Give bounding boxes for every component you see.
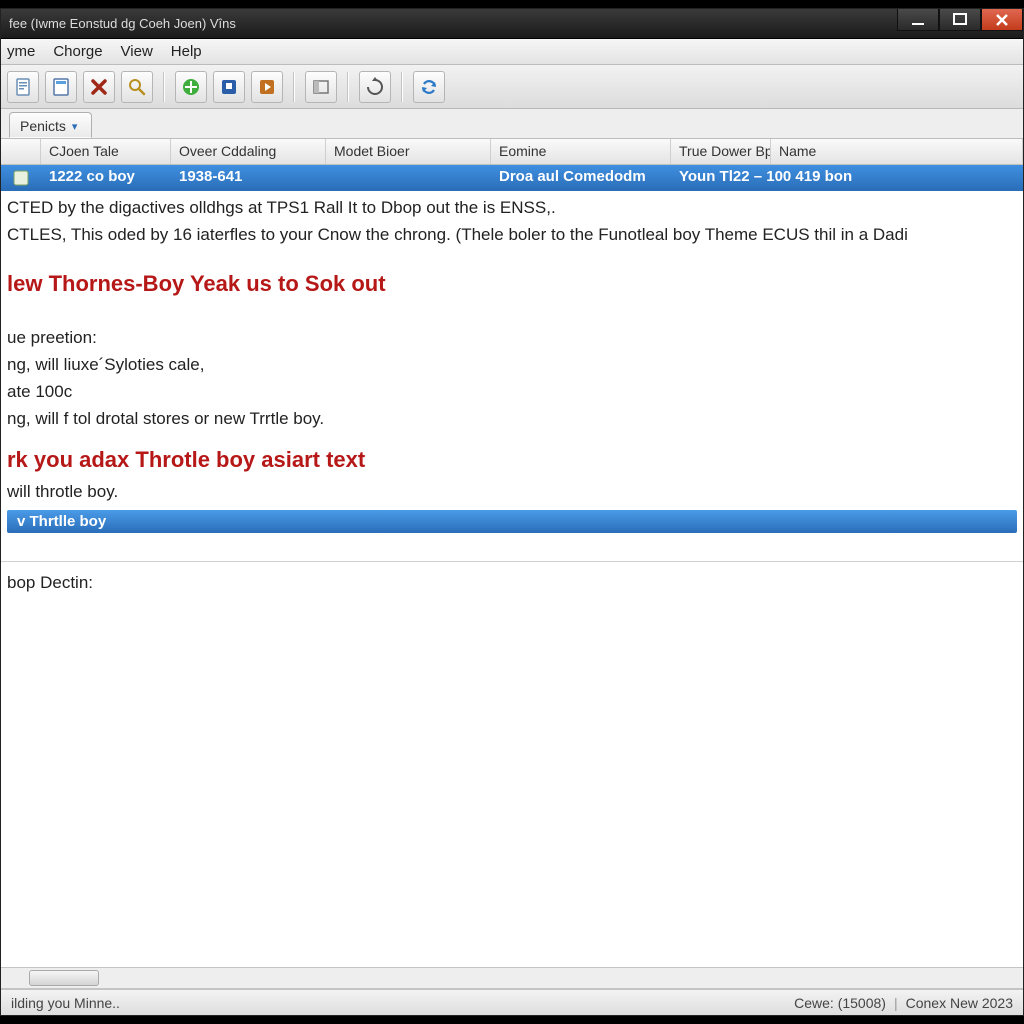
status-center: Cewe: (15008)	[794, 995, 886, 1011]
content-pane: CTED by the digactives olldhgs at TPS1 R…	[1, 191, 1023, 967]
cell	[326, 165, 491, 191]
horizontal-scrollbar[interactable]	[1, 967, 1023, 989]
toolbar-flag-button[interactable]	[213, 71, 245, 103]
chevron-down-icon: ▾	[72, 120, 78, 133]
paragraph: ng, will f tol drotal stores or new Trrt…	[1, 406, 1023, 433]
col-header[interactable]: True Dower Bp	[671, 139, 771, 164]
paragraph: ng, will liuxe´Syloties cale,	[1, 352, 1023, 379]
paragraph: CTLES, This oded by 16 iaterfles to your…	[1, 222, 1023, 249]
toolbar	[1, 65, 1023, 109]
toolbar-play-button[interactable]	[251, 71, 283, 103]
menu-item[interactable]: Help	[171, 43, 202, 60]
tab-row: Penicts ▾	[1, 109, 1023, 139]
cell: Droa aul Comedodm	[491, 165, 671, 191]
close-button[interactable]	[981, 9, 1023, 31]
menu-bar: yme Chorge View Help	[1, 39, 1023, 65]
status-right: Conex New 2023	[906, 995, 1013, 1011]
status-separator: |	[886, 995, 906, 1011]
menu-item[interactable]: View	[121, 43, 153, 60]
menu-item[interactable]: yme	[7, 43, 35, 60]
scrollbar-thumb[interactable]	[29, 970, 99, 986]
window-title: fee (Iwme Eonstud dg Coeh Joen) Vîns	[9, 16, 236, 31]
paragraph: ate 100c	[1, 379, 1023, 406]
heading-red: lew Thornes-Boy Yeak us to Sok out	[1, 249, 1023, 307]
column-headers: CJoen Tale Oveer Cddaling Modet Bioer Eo…	[1, 139, 1023, 165]
status-bar: ilding you Minne.. Cewe: (15008) | Conex…	[1, 989, 1023, 1015]
toolbar-panel-button[interactable]	[305, 71, 337, 103]
toolbar-separator	[293, 72, 295, 102]
toolbar-run-button[interactable]	[175, 71, 207, 103]
tab-active[interactable]: Penicts ▾	[9, 112, 92, 138]
cell: 1938-641	[171, 165, 326, 191]
toolbar-sync-button[interactable]	[413, 71, 445, 103]
minimize-button[interactable]	[897, 9, 939, 31]
toolbar-delete-button[interactable]	[83, 71, 115, 103]
cell: 1222 co boy	[41, 165, 171, 191]
col-header[interactable]: CJoen Tale	[41, 139, 171, 164]
col-header[interactable]: Name	[771, 139, 1023, 164]
toolbar-refresh-button[interactable]	[359, 71, 391, 103]
toolbar-doc-button[interactable]	[7, 71, 39, 103]
paragraph: ue preetion:	[1, 325, 1023, 352]
status-left: ilding you Minne..	[11, 995, 120, 1011]
toolbar-separator	[163, 72, 165, 102]
paragraph: will throtle boy.	[1, 479, 1023, 506]
toolbar-search-button[interactable]	[121, 71, 153, 103]
window-controls	[897, 9, 1023, 38]
maximize-button[interactable]	[939, 9, 981, 31]
row-icon	[1, 165, 41, 191]
col-header[interactable]: Oveer Cddaling	[171, 139, 326, 164]
toolbar-separator	[401, 72, 403, 102]
menu-item[interactable]: Chorge	[53, 43, 102, 60]
col-header[interactable]: Eomine	[491, 139, 671, 164]
col-icon[interactable]	[1, 139, 41, 164]
toolbar-doc2-button[interactable]	[45, 71, 77, 103]
divider	[1, 561, 1023, 562]
list-row-selected[interactable]: 1222 co boy 1938-641 Droa aul Comedodm Y…	[1, 165, 1023, 191]
toolbar-separator	[347, 72, 349, 102]
cell: Youn Tl22 – 100 419 bon	[671, 165, 1023, 191]
link-button[interactable]: v Thrtlle boy	[7, 510, 1017, 533]
paragraph: CTED by the digactives olldhgs at TPS1 R…	[1, 195, 1023, 222]
heading-red: rk you adax Throtle boy asiart text	[1, 433, 1023, 479]
title-bar: fee (Iwme Eonstud dg Coeh Joen) Vîns	[1, 9, 1023, 39]
tab-label: Penicts	[20, 118, 66, 134]
paragraph: bop Dectin:	[1, 570, 1023, 597]
col-header[interactable]: Modet Bioer	[326, 139, 491, 164]
app-window: fee (Iwme Eonstud dg Coeh Joen) Vîns yme…	[0, 8, 1024, 1016]
